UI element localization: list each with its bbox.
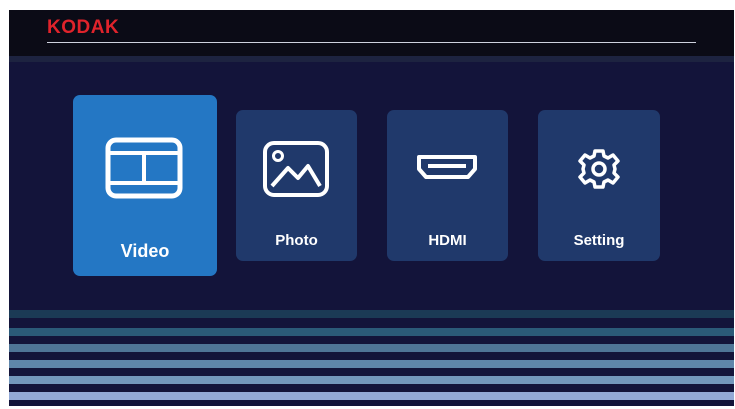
- top-bar: KODAK: [9, 10, 734, 56]
- stripe: [9, 392, 734, 400]
- hdmi-port-icon: [417, 155, 477, 179]
- menu-item-label: HDMI: [428, 232, 467, 249]
- menu-item-setting[interactable]: Setting: [538, 110, 660, 261]
- menu-item-video[interactable]: Video: [73, 95, 217, 276]
- header-band: [9, 56, 734, 62]
- menu-item-label: Video: [120, 241, 170, 261]
- brand-logo: KODAK: [47, 17, 120, 38]
- film-icon: [105, 137, 183, 199]
- image-icon: [263, 141, 329, 197]
- menu-item-photo[interactable]: Photo: [236, 110, 357, 261]
- stripe: [9, 376, 734, 384]
- menu-item-label: Photo: [275, 232, 318, 249]
- header-divider: [47, 42, 696, 43]
- gear-icon: [578, 149, 620, 189]
- menu-item-hdmi[interactable]: HDMI: [387, 110, 508, 261]
- menu-item-label: Setting: [573, 232, 625, 249]
- stripe: [9, 310, 734, 318]
- stripe: [9, 328, 734, 336]
- stripe: [9, 344, 734, 352]
- projector-home-screen: KODAK Video Photo HDMI Setting: [9, 10, 734, 406]
- stripe: [9, 360, 734, 368]
